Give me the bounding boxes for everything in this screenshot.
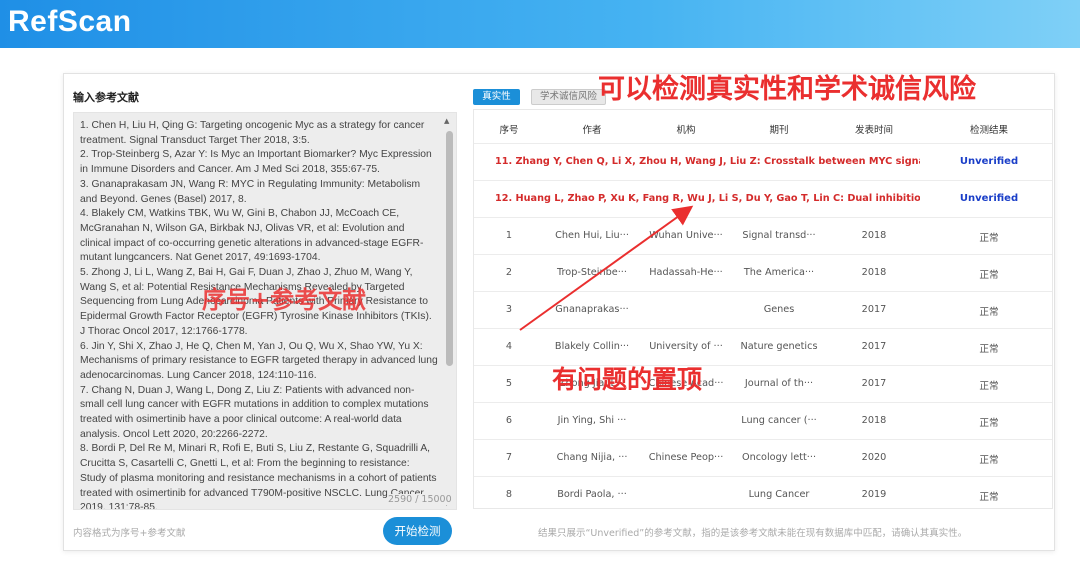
annotation-arrow-icon [519, 205, 694, 331]
